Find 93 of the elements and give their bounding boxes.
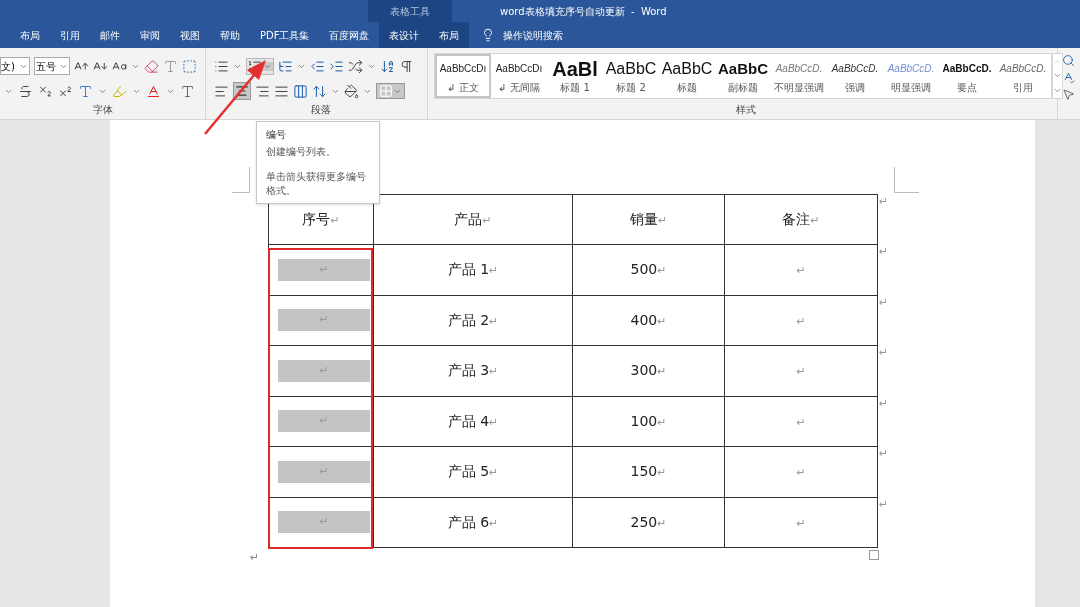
justify-icon[interactable] [274,83,289,99]
align-right-icon[interactable] [255,83,270,99]
table-cell-text: 产品 2↵ [447,310,499,330]
style-item[interactable]: AaBbC 标题 2 [603,54,659,98]
row-end-mark: ↵ [878,395,890,412]
table-cell: ↵ [278,258,370,281]
ribbon-tab[interactable]: 邮件 [90,22,130,48]
ribbon-tab[interactable]: 引用 [50,22,90,48]
style-item[interactable]: AaBl 标题 1 [547,54,603,98]
bullets-icon[interactable] [214,58,229,74]
style-item[interactable]: AaBbCcDı ↲ 无间隔 [491,54,547,98]
group-label: 段落 [310,103,331,117]
table-cell-text: 100↵ [630,411,667,431]
style-item[interactable]: AaBbCcD. 引用 [995,54,1051,98]
table-cell: ↵ [278,359,370,382]
table-cell: ↵ [278,410,370,433]
ribbon-tab[interactable]: 帮助 [210,22,250,48]
table-resize-handle[interactable] [869,550,880,560]
window-title: word表格填充序号自动更新 - Word [500,4,667,19]
align-center-icon [235,84,249,98]
strikethrough-icon[interactable] [18,83,33,99]
ribbon-tab[interactable]: 布局 [10,22,50,48]
subscript-icon[interactable] [38,83,53,99]
table-cell-text: 150↵ [630,462,667,482]
ribbon-tab[interactable]: 布局 [429,22,470,48]
style-item[interactable]: AaBbCcD. 强调 [827,54,883,98]
table-cell: ↵ [278,511,370,534]
corner-mark [894,167,919,193]
style-item[interactable]: AaBbCcD. 要点 [939,54,995,98]
style-item[interactable]: AaBbCcD. 不明显强调 [771,54,827,98]
table-cell-text: ↵ [796,313,806,330]
style-item[interactable]: AaBbCcD. 明显强调 [883,54,939,98]
table-cell-text: 产品 4↵ [447,411,499,431]
tooltip-text: 单击箭头获得更多编号格式。 [266,170,367,198]
pointer-icon[interactable] [1062,88,1075,101]
column-header: 序号↵ [302,210,340,229]
table-cell: ↵ [278,460,370,483]
ribbon-tab[interactable]: 表设计 [379,22,430,48]
table-cell-text: 400↵ [630,310,667,330]
row-end-mark: ↵ [878,194,890,210]
group-label: 字体 [92,103,113,117]
ribbon-tab[interactable]: 百度网盘 [319,22,380,48]
shading-icon[interactable] [344,83,359,99]
increase-indent-icon[interactable] [329,58,344,74]
multilevel-list-icon[interactable] [278,58,293,74]
search-icon[interactable] [1062,54,1075,67]
table-cell-text: 产品 3↵ [447,361,499,381]
font-color-icon[interactable] [146,83,161,99]
sort-icon[interactable] [380,58,395,74]
row-end-mark: ↵ [878,496,890,513]
group-label: 样式 [735,103,756,117]
style-item[interactable]: AaBbC 标题 [659,54,715,98]
table-cell-text: 产品 1↵ [447,260,499,280]
tell-me-field[interactable]: 操作说明搜索 [503,27,564,43]
column-header: 备注↵ [782,210,820,229]
ribbon-tab[interactable]: PDF工具集 [250,22,320,48]
column-header: 销量↵ [629,210,668,229]
corner-mark [232,167,250,193]
font-size-field[interactable]: 五号 [34,57,70,75]
table-cell-text: 250↵ [630,512,667,532]
row-end-mark: ↵ [878,446,890,462]
row-end-mark: ↵ [878,244,890,260]
table-cell-text: 500↵ [630,260,667,280]
table-cell-text: ↵ [796,515,806,532]
distribute-icon[interactable] [293,83,308,99]
clear-format-icon[interactable] [144,58,159,74]
table-cell-text: ↵ [796,465,806,482]
font-name-field[interactable]: 文) [0,57,30,75]
ribbon-tab[interactable]: 审阅 [130,22,170,48]
row-end-mark: ↵ [878,345,890,361]
borders-button[interactable] [376,83,405,99]
context-tab-header: 表格工具 [368,0,452,22]
table-cell-text: 300↵ [630,361,667,381]
table-cell-text: 产品 5↵ [447,462,499,482]
table-cell-text: 产品 6↵ [447,512,499,532]
row-end-mark: ↵ [878,294,890,311]
column-header: 产品↵ [454,210,492,229]
tooltip-title: 编号 [266,128,287,142]
paragraph-mark: ↵ [250,550,260,566]
table-cell-text: ↵ [796,263,806,280]
style-item[interactable]: AaBbCcDı ↲ 正文 [435,54,491,98]
table-cell: ↵ [278,309,370,332]
table-cell-text: ↵ [796,414,806,431]
style-item[interactable]: AaBbC 副标题 [715,54,771,98]
align-left-icon[interactable] [214,83,229,99]
table-cell-text: ↵ [796,364,806,381]
pilcrow-icon[interactable] [399,58,414,74]
tooltip-text: 创建编号列表。 [266,145,337,159]
borders-icon [379,84,393,98]
ribbon-tab[interactable]: 视图 [170,22,210,48]
line-spacing-icon[interactable] [312,83,327,99]
decrease-indent-icon[interactable] [310,58,325,74]
superscript-icon[interactable] [58,83,73,99]
